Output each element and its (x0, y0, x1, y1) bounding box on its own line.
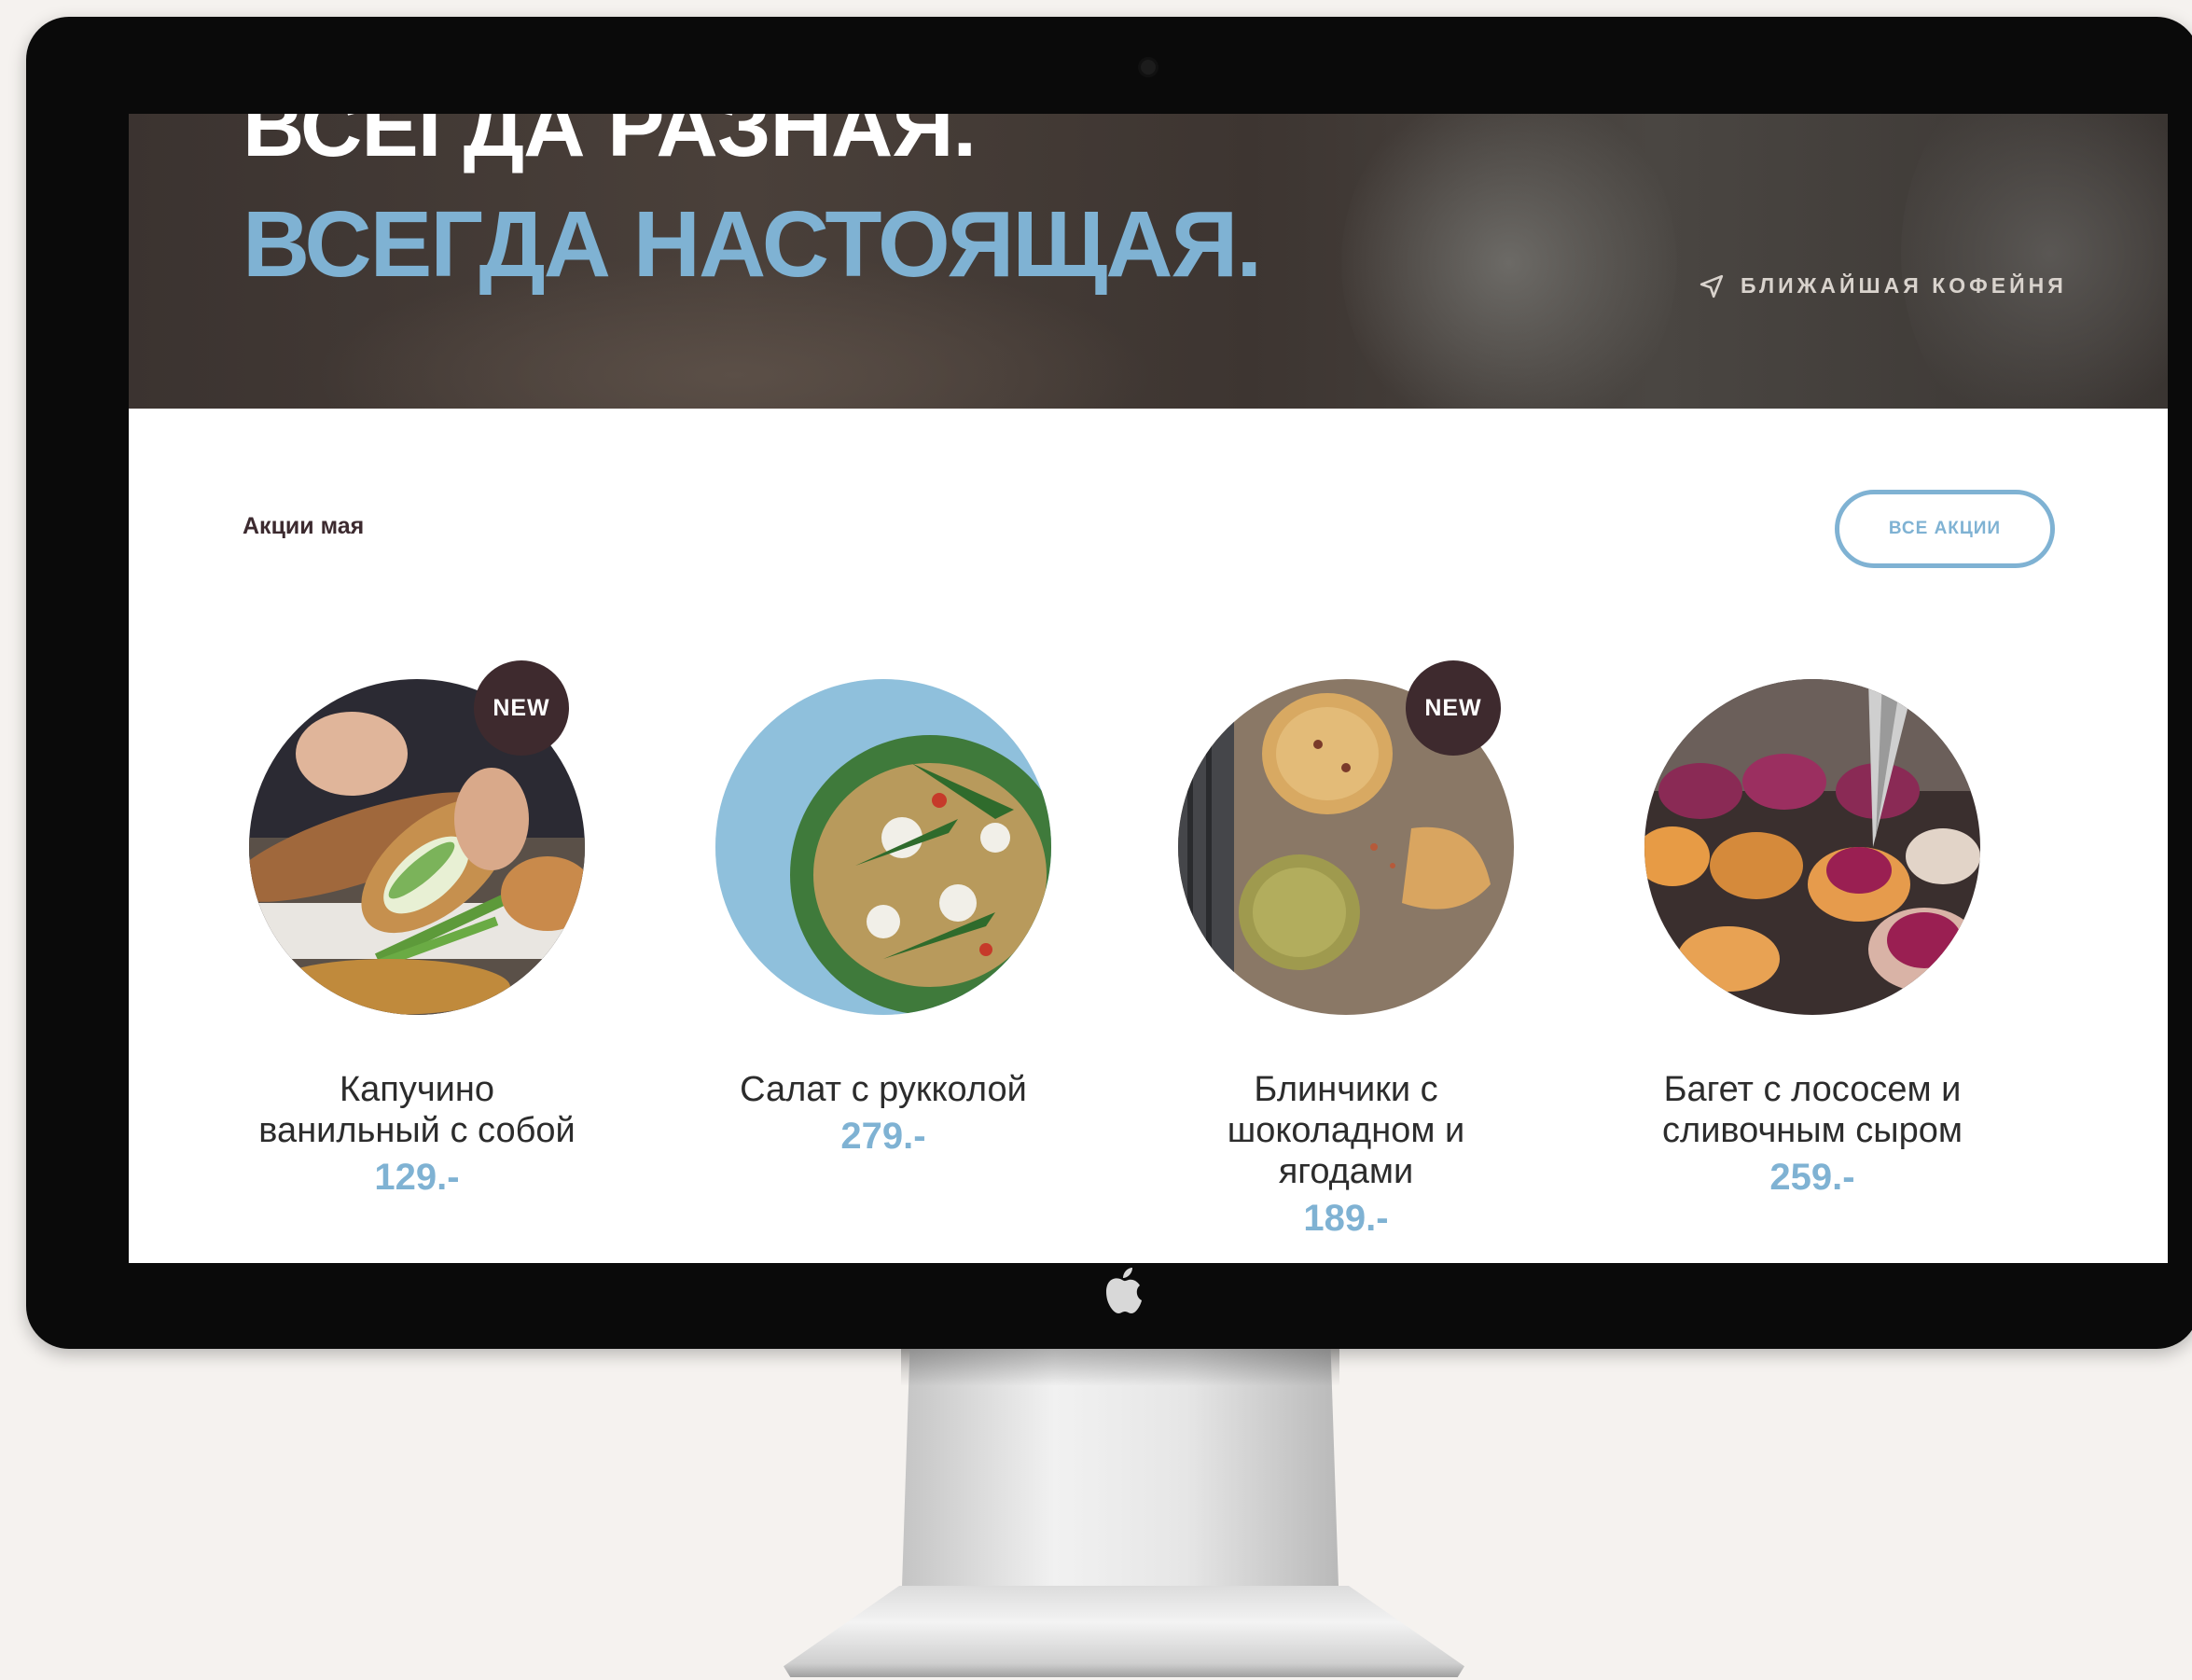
item-name: Блинчики с шоколадном и ягодами (1227, 1070, 1465, 1191)
new-badge: NEW (1406, 660, 1501, 756)
item-name: Капучино ванильный с собой (258, 1070, 576, 1150)
promo-card-cappuccino[interactable]: Капучино ванильный с собой 129.- (212, 679, 622, 1199)
promo-card-salad[interactable]: Салат с рукколой 279.- (678, 679, 1089, 1158)
hero-title-line-1: ВСЕГДА РАЗНАЯ. (243, 114, 977, 174)
camera-icon (1141, 60, 1156, 75)
new-badge: NEW (474, 660, 569, 756)
item-photo (715, 679, 1051, 1015)
monitor-stand-neck (901, 1349, 1339, 1615)
item-price: 129.- (374, 1157, 460, 1198)
item-name: Салат с рукколой (740, 1070, 1027, 1109)
all-promos-button[interactable]: ВСЕ АКЦИИ (1835, 490, 2055, 568)
nearest-cafe-link[interactable]: БЛИЖАЙШАЯ КОФЕЙНЯ (1699, 273, 2067, 299)
promos-title: Акции мая (243, 513, 365, 539)
item-price: 189.- (1303, 1198, 1389, 1239)
monitor-stand-base (784, 1586, 1464, 1677)
website-screen: ВСЕГДА РАЗНАЯ. ВСЕГДА НАСТОЯЩАЯ. БЛИЖАЙШ… (129, 114, 2168, 1263)
item-price: 279.- (840, 1116, 926, 1157)
location-arrow-icon (1699, 274, 1724, 298)
hero-banner: ВСЕГДА РАЗНАЯ. ВСЕГДА НАСТОЯЩАЯ. БЛИЖАЙШ… (129, 114, 2168, 409)
item-photo (1644, 679, 1980, 1015)
nearest-cafe-label: БЛИЖАЙШАЯ КОФЕЙНЯ (1741, 273, 2067, 298)
promo-card-baguette[interactable]: Багет с лососем и сливочным сыром 259.- (1607, 679, 2018, 1199)
apple-logo-icon (1106, 1268, 1142, 1313)
item-price: 259.- (1769, 1157, 1855, 1198)
item-name: Багет с лососем и сливочным сыром (1662, 1070, 1963, 1150)
hero-title-line-2: ВСЕГДА НАСТОЯЩАЯ. (243, 192, 1262, 297)
promo-card-crepes[interactable]: Блинчики с шоколадном и ягодами 189.- (1141, 679, 1551, 1240)
monitor-bezel: ВСЕГДА РАЗНАЯ. ВСЕГДА НАСТОЯЩАЯ. БЛИЖАЙШ… (26, 17, 2192, 1349)
